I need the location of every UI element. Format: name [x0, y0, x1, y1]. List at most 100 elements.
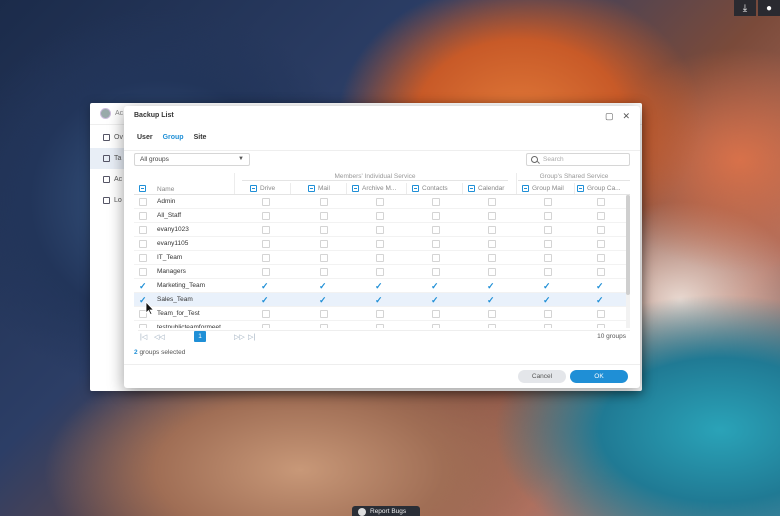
service-checkbox[interactable]: [320, 226, 328, 234]
service-checkbox[interactable]: [432, 212, 440, 220]
column-archive-mail[interactable]: Archive M...: [352, 185, 396, 192]
service-checkbox[interactable]: [320, 240, 328, 248]
service-checkbox[interactable]: [488, 324, 496, 328]
service-checkbox[interactable]: [488, 240, 496, 248]
service-checkbox[interactable]: [262, 268, 270, 276]
service-checkbox[interactable]: [376, 212, 384, 220]
service-checkbox[interactable]: [262, 254, 270, 262]
service-check-icon[interactable]: ✓: [543, 293, 551, 307]
service-checkbox[interactable]: [544, 254, 552, 262]
row-select-checkbox[interactable]: [139, 254, 147, 262]
search-input[interactable]: Search: [526, 153, 630, 166]
table-row[interactable]: testpublicteamformeet: [134, 321, 626, 328]
tab-group[interactable]: Group: [163, 134, 184, 141]
service-check-icon[interactable]: ✓: [261, 279, 269, 293]
service-check-icon[interactable]: ✓: [261, 293, 269, 307]
service-checkbox[interactable]: [262, 240, 270, 248]
table-row[interactable]: Admin: [134, 195, 626, 209]
service-checkbox[interactable]: [432, 324, 440, 328]
service-checkbox[interactable]: [262, 212, 270, 220]
service-checkbox[interactable]: [432, 240, 440, 248]
service-checkbox[interactable]: [597, 240, 605, 248]
service-checkbox[interactable]: [376, 198, 384, 206]
service-checkbox[interactable]: [376, 324, 384, 328]
table-row[interactable]: Managers: [134, 265, 626, 279]
row-select-check-icon[interactable]: ✓: [139, 279, 147, 293]
report-bugs-button[interactable]: Report Bugs: [352, 506, 420, 516]
column-group-calendar[interactable]: Group Ca...: [577, 185, 621, 192]
service-checkbox[interactable]: [432, 268, 440, 276]
service-checkbox[interactable]: [376, 254, 384, 262]
notification-icon[interactable]: ●: [758, 0, 780, 16]
prev-page-button[interactable]: ◁◁: [154, 333, 165, 341]
table-row[interactable]: IT_Team: [134, 251, 626, 265]
sidebar-item-tasks[interactable]: Ta: [90, 148, 124, 169]
service-checkbox[interactable]: [376, 226, 384, 234]
service-checkbox[interactable]: [488, 310, 496, 318]
service-checkbox[interactable]: [488, 226, 496, 234]
row-select-checkbox[interactable]: [139, 240, 147, 248]
column-group-mail[interactable]: Group Mail: [522, 185, 564, 192]
column-mail[interactable]: Mail: [308, 185, 330, 192]
service-check-icon[interactable]: ✓: [596, 279, 604, 293]
table-row[interactable]: ✓ Marketing_Team ✓ ✓ ✓ ✓ ✓ ✓ ✓: [134, 279, 626, 293]
service-checkbox[interactable]: [320, 254, 328, 262]
column-contacts[interactable]: Contacts: [412, 185, 448, 192]
select-all-checkbox[interactable]: [139, 185, 146, 192]
service-checkbox[interactable]: [597, 324, 605, 328]
service-checkbox[interactable]: [262, 198, 270, 206]
table-row[interactable]: ✓ Sales_Team ✓ ✓ ✓ ✓ ✓ ✓ ✓: [134, 293, 626, 307]
row-select-checkbox[interactable]: [139, 212, 147, 220]
service-check-icon[interactable]: ✓: [319, 279, 327, 293]
service-checkbox[interactable]: [376, 268, 384, 276]
service-checkbox[interactable]: [262, 324, 270, 328]
close-icon[interactable]: ✕: [622, 111, 630, 122]
service-checkbox[interactable]: [544, 324, 552, 328]
service-check-icon[interactable]: ✓: [319, 293, 327, 307]
service-checkbox[interactable]: [544, 212, 552, 220]
table-row[interactable]: All_Staff: [134, 209, 626, 223]
table-row[interactable]: evany1023: [134, 223, 626, 237]
service-checkbox[interactable]: [432, 310, 440, 318]
service-check-icon[interactable]: ✓: [431, 293, 439, 307]
table-row[interactable]: Team_for_Test: [134, 307, 626, 321]
column-calendar[interactable]: Calendar: [468, 185, 504, 192]
row-select-checkbox[interactable]: [139, 226, 147, 234]
current-page[interactable]: 1: [194, 331, 206, 342]
maximize-icon[interactable]: ▢: [605, 111, 614, 122]
service-checkbox[interactable]: [432, 254, 440, 262]
service-checkbox[interactable]: [376, 310, 384, 318]
column-name[interactable]: Name: [157, 186, 174, 193]
service-check-icon[interactable]: ✓: [431, 279, 439, 293]
service-check-icon[interactable]: ✓: [487, 279, 495, 293]
row-select-checkbox[interactable]: [139, 268, 147, 276]
tab-user[interactable]: User: [137, 134, 153, 141]
row-select-checkbox[interactable]: [139, 198, 147, 206]
service-checkbox[interactable]: [320, 212, 328, 220]
service-checkbox[interactable]: [320, 268, 328, 276]
service-checkbox[interactable]: [262, 310, 270, 318]
service-checkbox[interactable]: [488, 254, 496, 262]
service-check-icon[interactable]: ✓: [543, 279, 551, 293]
service-checkbox[interactable]: [597, 226, 605, 234]
service-checkbox[interactable]: [488, 198, 496, 206]
download-icon[interactable]: ⤓: [734, 0, 756, 16]
service-check-icon[interactable]: ✓: [596, 293, 604, 307]
group-filter-dropdown[interactable]: All groups ▼: [134, 153, 250, 166]
service-checkbox[interactable]: [597, 254, 605, 262]
service-check-icon[interactable]: ✓: [487, 293, 495, 307]
service-checkbox[interactable]: [376, 240, 384, 248]
ok-button[interactable]: OK: [570, 370, 628, 383]
service-checkbox[interactable]: [488, 268, 496, 276]
first-page-button[interactable]: |◁: [140, 333, 147, 341]
service-checkbox[interactable]: [597, 198, 605, 206]
service-checkbox[interactable]: [320, 310, 328, 318]
service-checkbox[interactable]: [432, 198, 440, 206]
cancel-button[interactable]: Cancel: [518, 370, 566, 383]
service-checkbox[interactable]: [262, 226, 270, 234]
service-checkbox[interactable]: [597, 268, 605, 276]
service-check-icon[interactable]: ✓: [375, 293, 383, 307]
row-select-checkbox[interactable]: [139, 324, 147, 328]
service-checkbox[interactable]: [597, 310, 605, 318]
service-checkbox[interactable]: [597, 212, 605, 220]
